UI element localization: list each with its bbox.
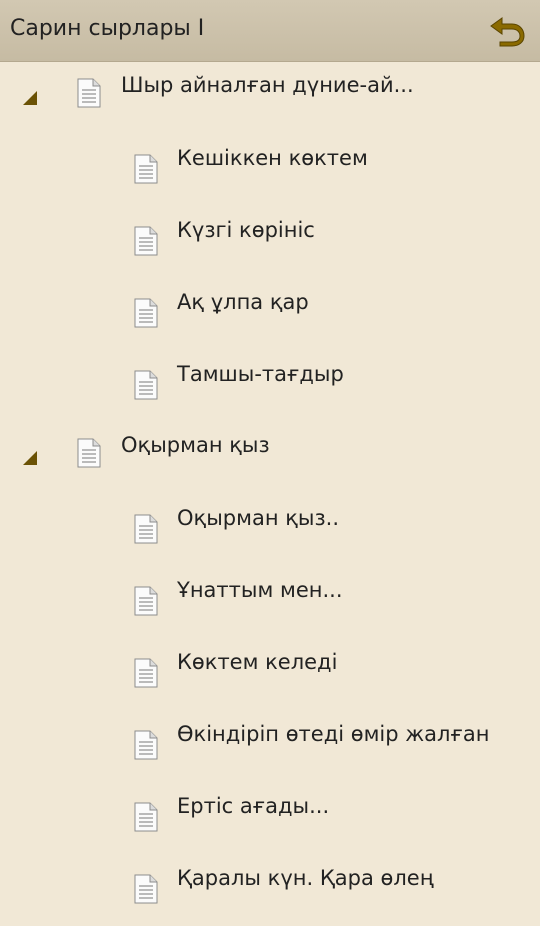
section-title: Шыр айналған дүние-ай...	[121, 73, 414, 97]
document-icon	[134, 514, 158, 544]
item-title: Қаралы күн. Қара өлең	[177, 866, 434, 890]
item-title: Тамшы-тағдыр	[177, 362, 344, 386]
tree-section-row[interactable]: Шыр айналған дүние-ай...	[0, 62, 540, 134]
item-title: Кешіккен көктем	[177, 146, 368, 170]
document-icon	[134, 586, 158, 616]
tree-item-row[interactable]: Кешіккен көктем	[0, 134, 540, 206]
document-icon	[77, 438, 101, 468]
item-title: Оқырман қыз..	[177, 506, 340, 530]
document-icon	[77, 78, 101, 108]
section-title: Оқырман қыз	[121, 433, 270, 457]
tree-item-row[interactable]: Қаралы күн. Қара өлең	[0, 854, 540, 926]
tree-item-row[interactable]: Көктем келеді	[0, 638, 540, 710]
document-icon	[134, 658, 158, 688]
app-header: Сарин сырлары І	[0, 0, 540, 62]
item-title: Ақ ұлпа қар	[177, 290, 309, 314]
expanded-triangle-icon[interactable]	[22, 450, 38, 466]
item-title: Көктем келеді	[177, 650, 338, 674]
tree-item-row[interactable]: Ертіс ағады...	[0, 782, 540, 854]
tree-item-row[interactable]: Ақ ұлпа қар	[0, 278, 540, 350]
item-title: Күзгі көрініс	[177, 218, 315, 242]
item-title: Ұнаттым мен...	[177, 578, 343, 602]
document-icon	[134, 370, 158, 400]
document-icon	[134, 730, 158, 760]
tree-item-row[interactable]: Тамшы-тағдыр	[0, 350, 540, 422]
document-icon	[134, 154, 158, 184]
tree-item-row[interactable]: Күзгі көрініс	[0, 206, 540, 278]
tree-section-row[interactable]: Оқырман қыз	[0, 422, 540, 494]
document-icon	[134, 298, 158, 328]
item-title: Ертіс ағады...	[177, 794, 330, 818]
tree-item-row[interactable]: Оқырман қыз..	[0, 494, 540, 566]
tree-item-row[interactable]: Өкіндіріп өтеді өмір жалған	[0, 710, 540, 782]
undo-arrow-icon	[490, 17, 525, 47]
page-title: Сарин сырлары І	[10, 16, 205, 41]
document-icon	[134, 226, 158, 256]
chapter-tree: Шыр айналған дүние-ай... Кешіккен көктем…	[0, 62, 540, 926]
back-button[interactable]	[486, 8, 530, 52]
tree-item-row[interactable]: Ұнаттым мен...	[0, 566, 540, 638]
document-icon	[134, 802, 158, 832]
expanded-triangle-icon[interactable]	[22, 90, 38, 106]
item-title: Өкіндіріп өтеді өмір жалған	[177, 722, 490, 746]
